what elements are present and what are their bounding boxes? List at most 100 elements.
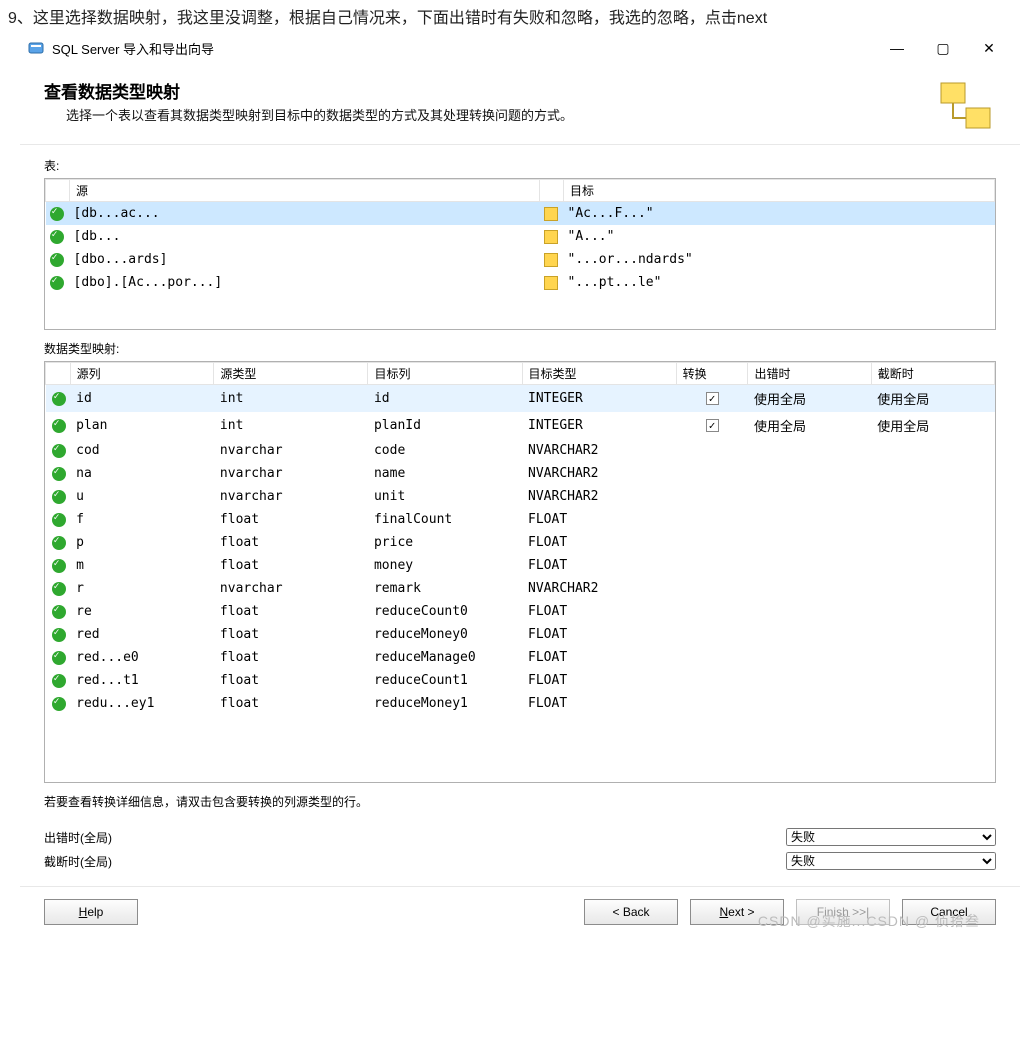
col-tgt-col[interactable]: 目标列	[368, 363, 522, 385]
table-source: [db...	[70, 225, 540, 248]
ok-icon	[50, 253, 64, 267]
convert-checkbox[interactable]	[706, 392, 719, 405]
mapping-grid[interactable]: 源列 源类型 目标列 目标类型 转换 出错时 截断时 idintidINTEGE…	[44, 361, 996, 783]
mapping-row[interactable]: nanvarcharnameNVARCHAR2	[46, 462, 995, 485]
table-row[interactable]: [db... "A..."	[46, 225, 995, 248]
tgt-type: FLOAT	[522, 623, 676, 646]
table-icon	[544, 253, 558, 267]
mapping-row[interactable]: pfloatpriceFLOAT	[46, 531, 995, 554]
mapping-row[interactable]: mfloatmoneyFLOAT	[46, 554, 995, 577]
col-src-type[interactable]: 源类型	[214, 363, 368, 385]
table-target: "A..."	[564, 225, 995, 248]
mapping-row[interactable]: refloatreduceCount0FLOAT	[46, 600, 995, 623]
table-row[interactable]: [db...ac..."Ac...F..."	[46, 202, 995, 226]
src-type: int	[214, 412, 368, 439]
tgt-type: FLOAT	[522, 646, 676, 669]
on-trunc-cell	[871, 508, 994, 531]
src-col: plan	[70, 412, 214, 439]
src-type: nvarchar	[214, 577, 368, 600]
src-col: na	[70, 462, 214, 485]
on-error-global-select[interactable]: 失败忽略	[786, 828, 996, 846]
on-error-cell	[748, 669, 871, 692]
on-trunc-cell: 使用全局	[871, 412, 994, 439]
tgt-col: id	[368, 385, 522, 413]
on-trunc-global-select[interactable]: 失败忽略	[786, 852, 996, 870]
tgt-type: FLOAT	[522, 600, 676, 623]
on-error-cell	[748, 462, 871, 485]
on-error-cell: 使用全局	[748, 412, 871, 439]
on-error-cell: 使用全局	[748, 385, 871, 413]
src-col: id	[70, 385, 214, 413]
tgt-col: reduceMoney0	[368, 623, 522, 646]
ok-icon	[52, 628, 66, 642]
mapping-row[interactable]: ffloatfinalCountFLOAT	[46, 508, 995, 531]
col-src-col[interactable]: 源列	[70, 363, 214, 385]
on-trunc-global-label: 截断时(全局)	[44, 853, 786, 870]
table-source: [db...ac...	[70, 202, 540, 226]
tgt-col: unit	[368, 485, 522, 508]
mapping-row[interactable]: planintplanIdINTEGER 使用全局使用全局	[46, 412, 995, 439]
mapping-label: 数据类型映射:	[44, 340, 996, 357]
ok-icon	[52, 490, 66, 504]
table-row[interactable]: [dbo].[Ac...por...]"...pt...le"	[46, 271, 995, 294]
tgt-type: FLOAT	[522, 508, 676, 531]
tgt-type: FLOAT	[522, 669, 676, 692]
col-tgt-type[interactable]: 目标类型	[522, 363, 676, 385]
close-button[interactable]: ✕	[966, 33, 1012, 63]
help-button[interactable]: HHelpelp	[44, 899, 138, 925]
page-instruction: 9、这里选择数据映射，我这里没调整，根据自己情况来，下面出错时有失败和忽略，我选…	[0, 0, 1032, 32]
src-type: float	[214, 669, 368, 692]
mapping-row[interactable]: unvarcharunitNVARCHAR2	[46, 485, 995, 508]
tgt-col: remark	[368, 577, 522, 600]
mapping-row[interactable]: codnvarcharcodeNVARCHAR2	[46, 439, 995, 462]
ok-icon	[52, 559, 66, 573]
table-icon	[544, 276, 558, 290]
ok-icon	[52, 605, 66, 619]
maximize-button[interactable]: ▢	[920, 33, 966, 63]
col-on-trunc[interactable]: 截断时	[871, 363, 994, 385]
col-convert[interactable]: 转换	[676, 363, 748, 385]
tables-col-target[interactable]: 目标	[564, 180, 995, 202]
tgt-col: name	[368, 462, 522, 485]
on-error-cell	[748, 554, 871, 577]
col-on-error[interactable]: 出错时	[748, 363, 871, 385]
src-col: redu...ey1	[70, 692, 214, 715]
convert-checkbox[interactable]	[706, 419, 719, 432]
on-error-cell	[748, 577, 871, 600]
src-col: r	[70, 577, 214, 600]
tgt-col: reduceCount0	[368, 600, 522, 623]
ok-icon	[52, 651, 66, 665]
minimize-button[interactable]: —	[874, 33, 920, 63]
on-trunc-cell	[871, 646, 994, 669]
tables-list[interactable]: 源 目标 [db...ac..."Ac...F..."[db..."A..."[…	[44, 178, 996, 330]
tgt-col: reduceManage0	[368, 646, 522, 669]
on-trunc-cell	[871, 577, 994, 600]
on-trunc-cell	[871, 692, 994, 715]
tables-col-source[interactable]: 源	[70, 180, 540, 202]
wizard-window: SQL Server 导入和导出向导 — ▢ ✕ 查看数据类型映射 选择一个表以…	[20, 32, 1020, 939]
back-button[interactable]: < Back	[584, 899, 678, 925]
tgt-type: INTEGER	[522, 412, 676, 439]
tgt-type: NVARCHAR2	[522, 462, 676, 485]
src-type: float	[214, 646, 368, 669]
table-row[interactable]: [dbo...ards]"...or...ndards"	[46, 248, 995, 271]
mapping-row[interactable]: redu...ey1floatreduceMoney1FLOAT	[46, 692, 995, 715]
mapping-row[interactable]: idintidINTEGER使用全局使用全局	[46, 385, 995, 413]
tgt-type: NVARCHAR2	[522, 439, 676, 462]
mapping-row[interactable]: rnvarcharremarkNVARCHAR2	[46, 577, 995, 600]
ok-icon	[52, 419, 66, 433]
on-error-cell	[748, 439, 871, 462]
on-trunc-cell	[871, 485, 994, 508]
ok-icon	[50, 230, 64, 244]
mapping-row[interactable]: redfloatreduceMoney0FLOAT	[46, 623, 995, 646]
tgt-col: planId	[368, 412, 522, 439]
tgt-col: code	[368, 439, 522, 462]
src-col: red...t1	[70, 669, 214, 692]
mapping-row[interactable]: red...t1floatreduceCount1FLOAT	[46, 669, 995, 692]
mapping-row[interactable]: red...e0floatreduceManage0FLOAT	[46, 646, 995, 669]
on-trunc-cell	[871, 600, 994, 623]
on-error-cell	[748, 623, 871, 646]
src-col: u	[70, 485, 214, 508]
tgt-type: INTEGER	[522, 385, 676, 413]
on-error-global-label: 出错时(全局)	[44, 829, 786, 846]
